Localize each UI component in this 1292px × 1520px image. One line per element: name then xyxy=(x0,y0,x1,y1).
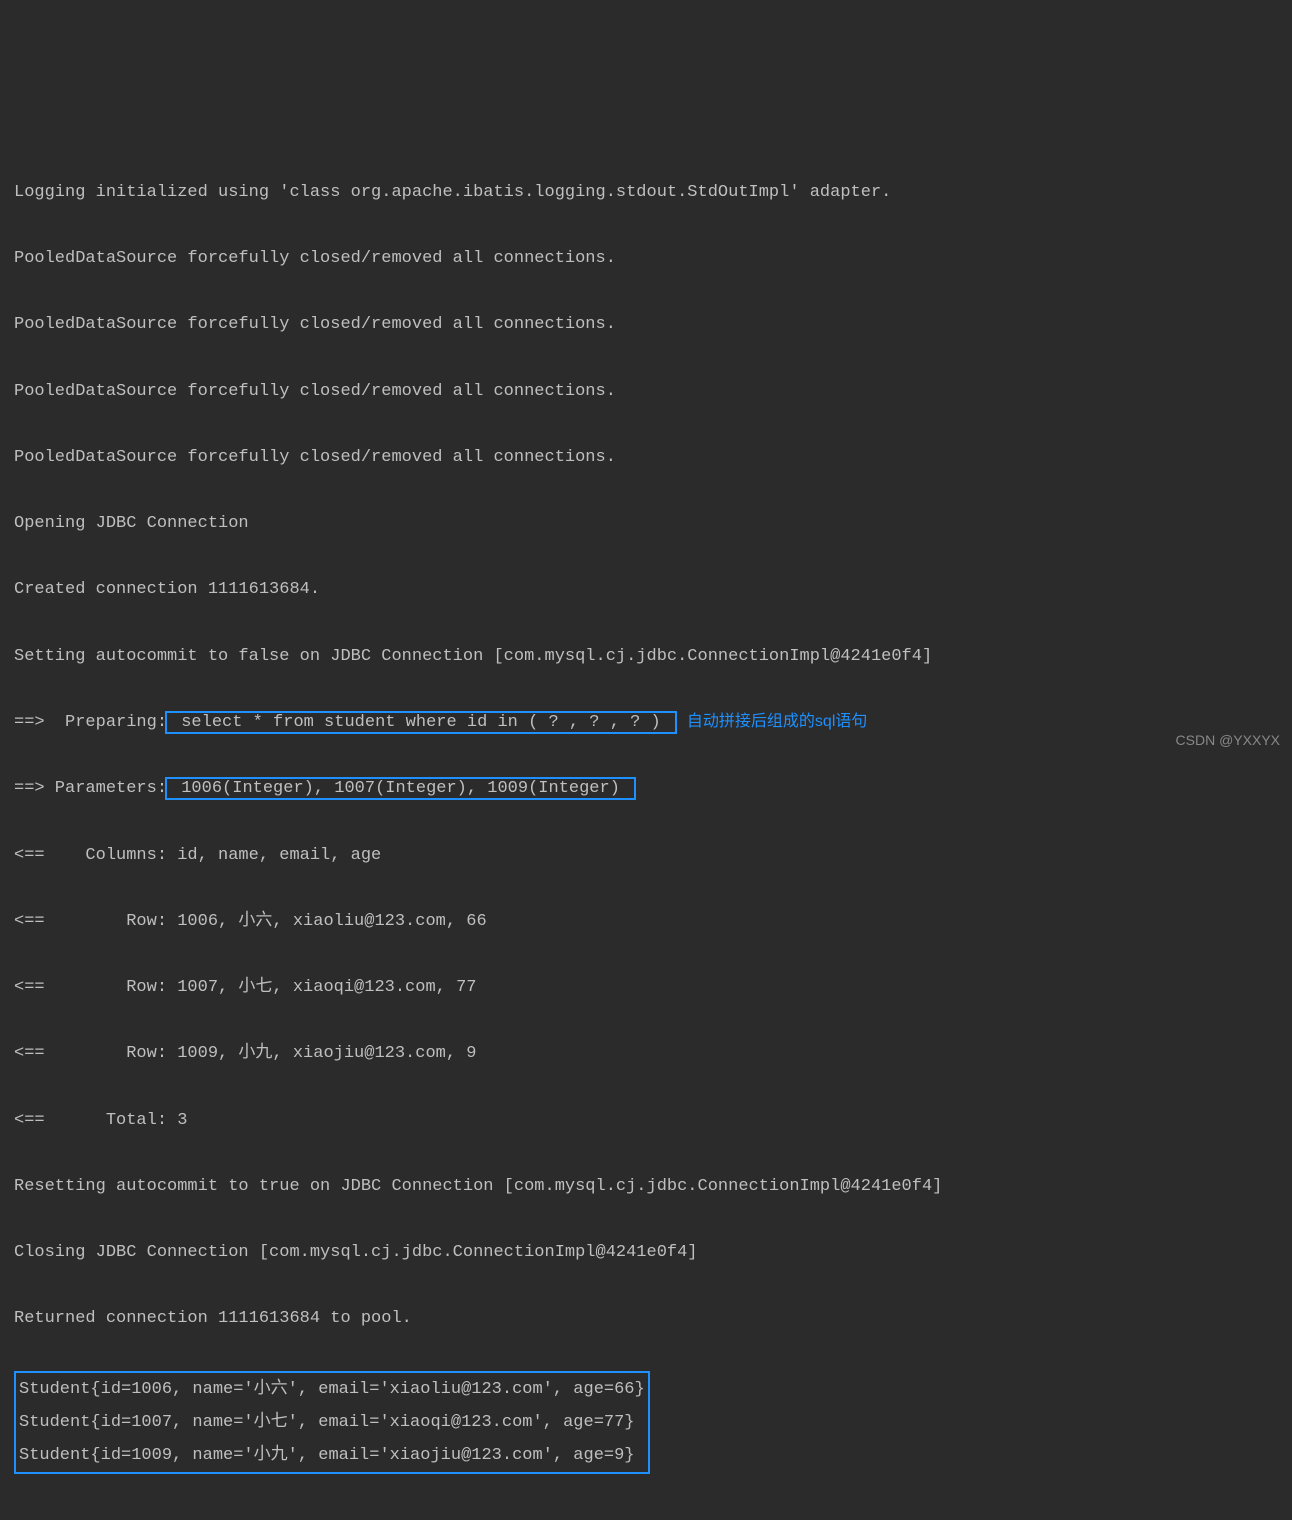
log-parameters-line: ==> Parameters: 1006(Integer), 1007(Inte… xyxy=(14,772,1278,805)
log-prefix: ==> Parameters: xyxy=(14,779,167,798)
result-line: Student{id=1009, name='小九', email='xiaoj… xyxy=(19,1439,645,1472)
log-preparing-line: ==> Preparing: select * from student whe… xyxy=(14,706,1278,739)
log-line: <== Row: 1009, 小九, xiaojiu@123.com, 9 xyxy=(14,1037,1278,1070)
log-line: Setting autocommit to false on JDBC Conn… xyxy=(14,640,1278,673)
result-line: Student{id=1007, name='小七', email='xiaoq… xyxy=(19,1406,645,1439)
log-line: Closing JDBC Connection [com.mysql.cj.jd… xyxy=(14,1236,1278,1269)
log-line: <== Total: 3 xyxy=(14,1104,1278,1137)
sql-annotation: 自动拼接后组成的sql语句 xyxy=(687,713,867,730)
log-line: Returned connection 1111613684 to pool. xyxy=(14,1302,1278,1335)
result-highlight-box: Student{id=1006, name='小六', email='xiaol… xyxy=(14,1371,650,1474)
log-line: Opening JDBC Connection xyxy=(14,507,1278,540)
watermark-text: CSDN @YXXYX xyxy=(1176,727,1280,754)
log-line: PooledDataSource forcefully closed/remov… xyxy=(14,441,1278,474)
log-line: <== Columns: id, name, email, age xyxy=(14,839,1278,872)
console-output: Logging initialized using 'class org.apa… xyxy=(14,143,1278,1475)
log-line: PooledDataSource forcefully closed/remov… xyxy=(14,308,1278,341)
log-line: PooledDataSource forcefully closed/remov… xyxy=(14,375,1278,408)
log-line: Created connection 1111613684. xyxy=(14,573,1278,606)
log-line: Logging initialized using 'class org.apa… xyxy=(14,176,1278,209)
params-highlight-box: 1006(Integer), 1007(Integer), 1009(Integ… xyxy=(165,777,636,800)
log-line: <== Row: 1006, 小六, xiaoliu@123.com, 66 xyxy=(14,905,1278,938)
log-line: <== Row: 1007, 小七, xiaoqi@123.com, 77 xyxy=(14,971,1278,1004)
result-line: Student{id=1006, name='小六', email='xiaol… xyxy=(19,1373,645,1406)
log-line: Resetting autocommit to true on JDBC Con… xyxy=(14,1170,1278,1203)
sql-highlight-box: select * from student where id in ( ? , … xyxy=(165,711,677,734)
log-line: PooledDataSource forcefully closed/remov… xyxy=(14,242,1278,275)
log-prefix: ==> Preparing: xyxy=(14,713,167,732)
